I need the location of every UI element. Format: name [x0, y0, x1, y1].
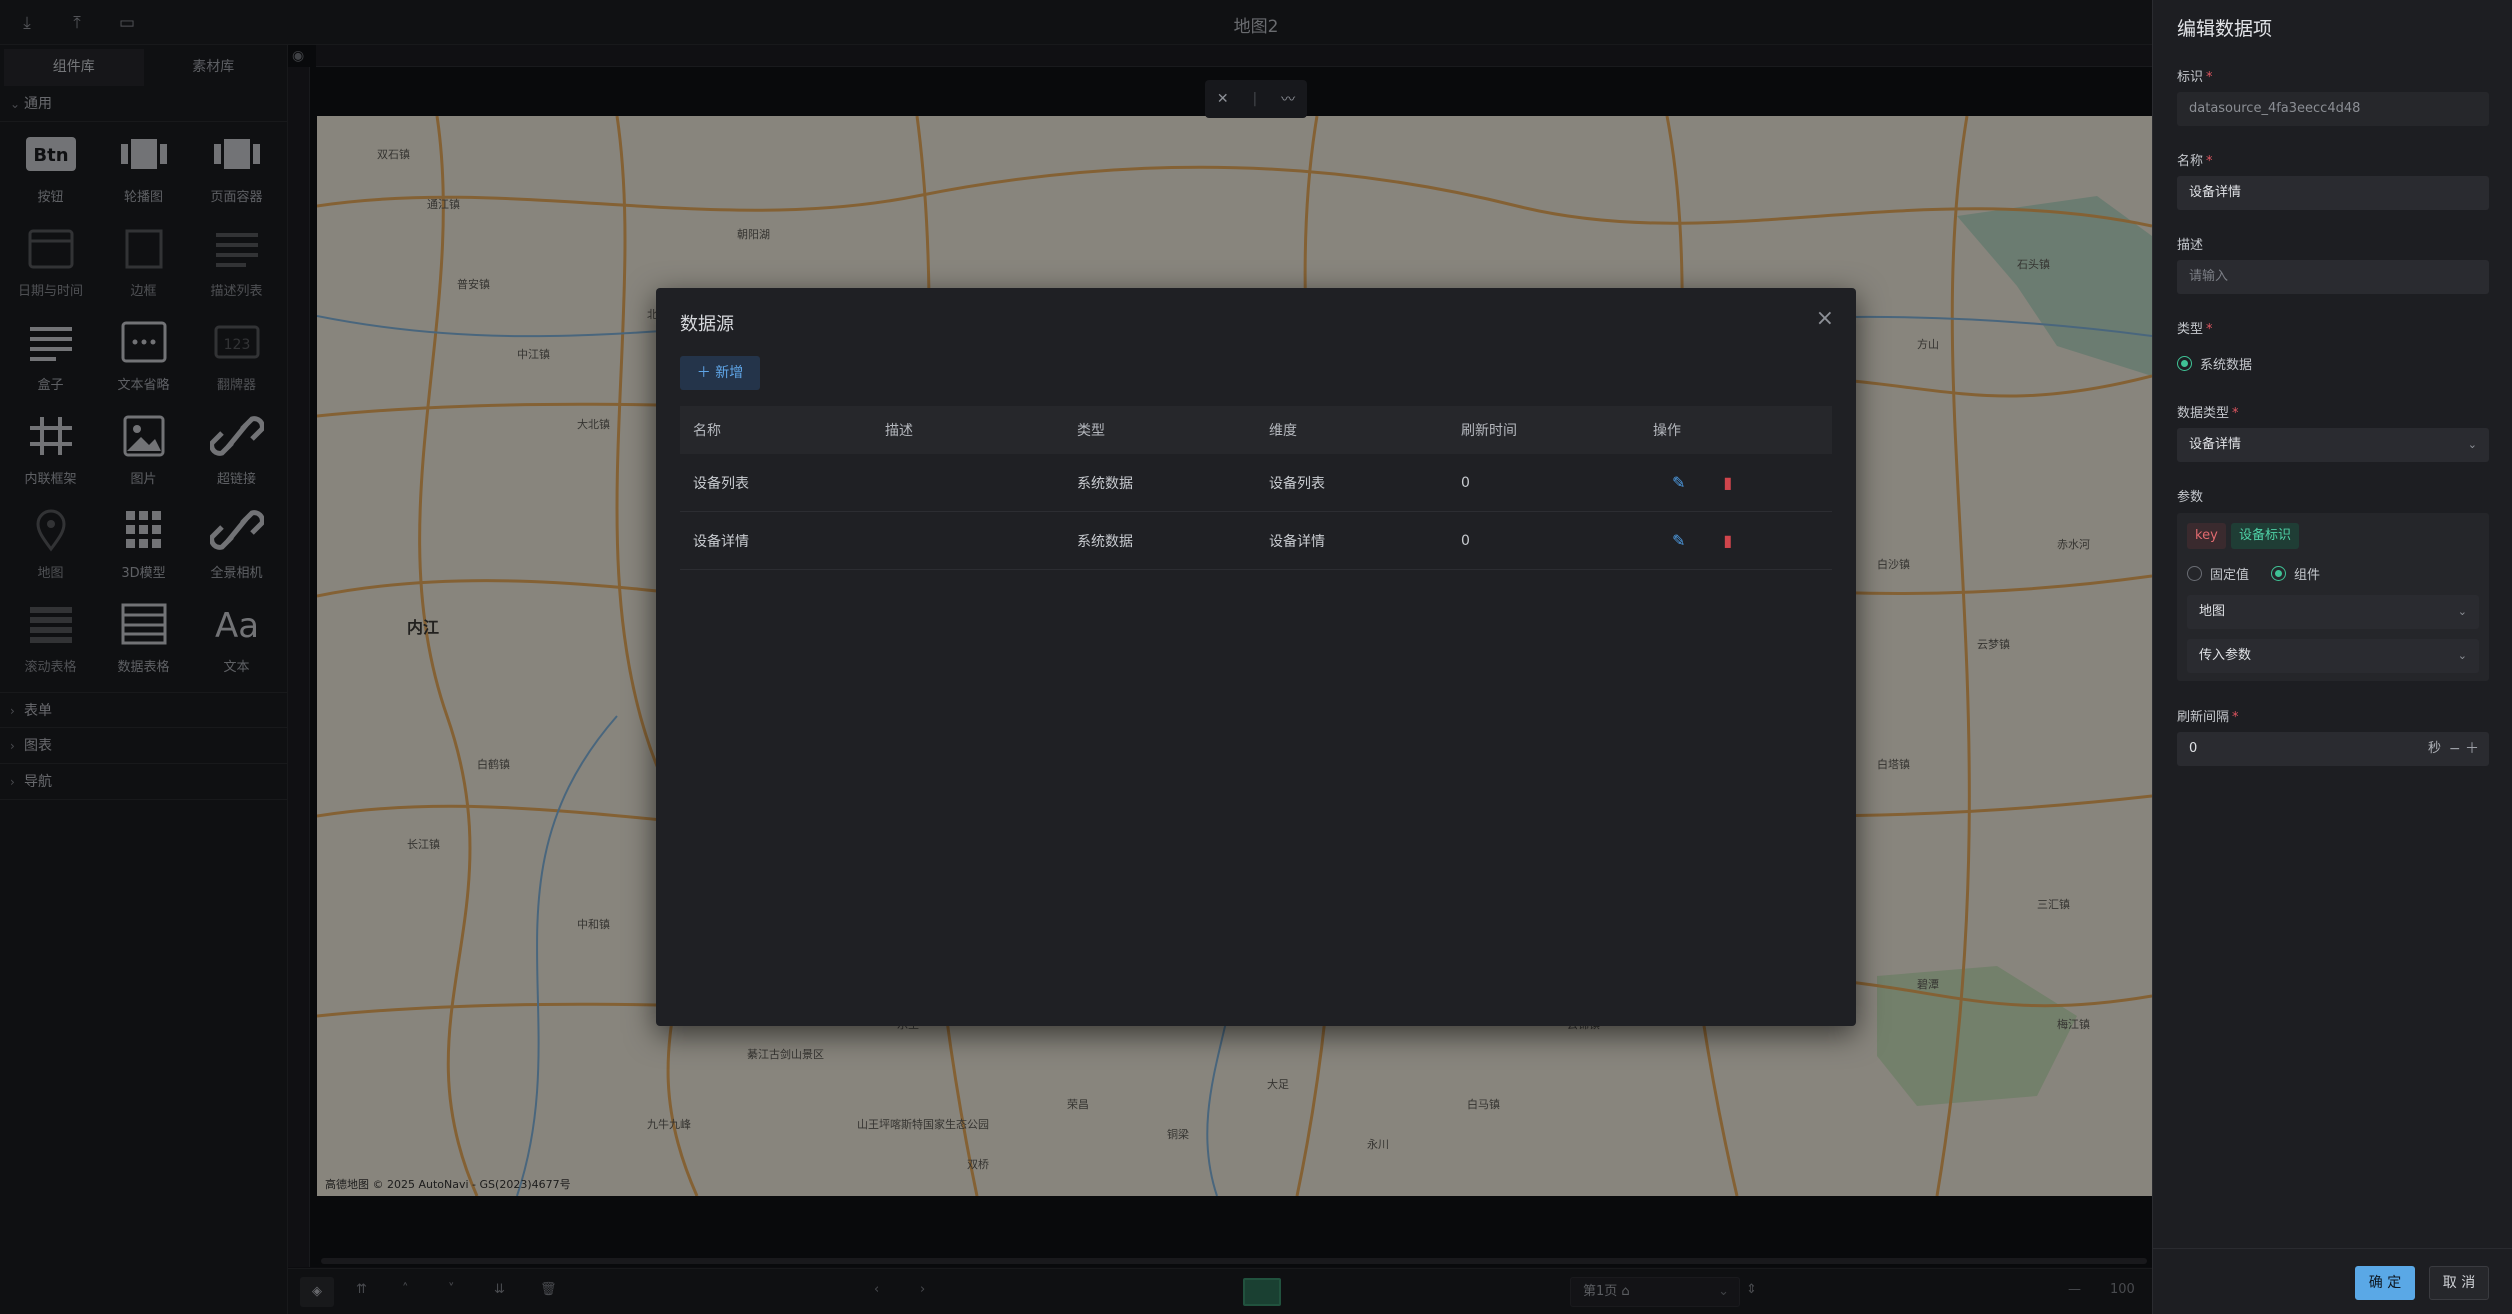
cell-dim: 设备列表 — [1269, 475, 1325, 492]
col-type: 类型 — [1077, 423, 1105, 439]
name-label: 名称 * — [2177, 150, 2213, 169]
add-datasource-button[interactable]: ＋ 新增 — [680, 356, 760, 390]
name-label-text: 名称 — [2177, 154, 2204, 169]
edit-icon[interactable]: ✎ — [1672, 473, 1685, 492]
radio-component-label: 组件 — [2294, 568, 2321, 583]
confirm-button[interactable]: 确 定 — [2355, 1266, 2415, 1300]
datasource-table: 名称 描述 类型 维度 刷新时间 操作 设备列表 系统数据 设备列表 0 ✎ ▮ … — [680, 406, 1832, 570]
stepper-icon[interactable]: − ＋ — [2449, 732, 2479, 766]
param-key-tag: key — [2187, 523, 2226, 549]
component-select-value: 地图 — [2199, 604, 2226, 619]
name-field[interactable]: 设备详情 — [2177, 176, 2489, 210]
refresh-interval-input[interactable]: 0 秒 − ＋ — [2177, 732, 2489, 766]
datatype-select[interactable]: 设备详情 ⌄ — [2177, 428, 2489, 462]
radio-fixed-label: 固定值 — [2210, 568, 2250, 583]
edit-data-item-panel: 编辑数据项 标识 * datasource_4fa3eecc4d48 名称 * 设备… — [2152, 0, 2512, 1314]
refresh-value: 0 — [2189, 741, 2198, 756]
delete-icon[interactable]: ▮ — [1723, 473, 1732, 492]
trend-icon[interactable]: 〰 — [1281, 89, 1295, 109]
radio-dot — [2177, 356, 2192, 371]
cell-dim: 设备详情 — [1269, 533, 1325, 550]
id-label: 标识 * — [2177, 66, 2213, 85]
app-root: ⤓ ⤒ ▭ 地图2 组件库 素材库 ⌄ 通用 Btn 按钮 轮播图 页面容器 日期与时间边… — [0, 0, 2512, 1314]
datatype-label-text: 数据类型 — [2177, 406, 2230, 421]
refresh-unit: 秒 — [2427, 741, 2441, 756]
desc-label: 描述 — [2177, 238, 2204, 253]
id-label-text: 标识 — [2177, 70, 2204, 85]
close-icon[interactable]: × — [1816, 306, 1834, 331]
param-value-tag: 设备标识 — [2231, 523, 2300, 549]
radio-dot — [2271, 566, 2286, 581]
id-field: datasource_4fa3eecc4d48 — [2177, 92, 2489, 126]
required-mark: * — [2232, 710, 2239, 725]
datasource-dialog: 数据源 × ＋ 新增 名称 描述 类型 维度 刷新时间 操作 设备列表 系统数据… — [656, 288, 1856, 1026]
refresh-label: 刷新间隔 * — [2177, 706, 2239, 725]
cell-type: 系统数据 — [1077, 533, 1133, 550]
component-select[interactable]: 地图 ⌄ — [2187, 595, 2479, 629]
required-mark: * — [2206, 154, 2213, 169]
table-header: 名称 描述 类型 维度 刷新时间 操作 — [680, 406, 1832, 454]
datatype-label: 数据类型 * — [2177, 402, 2239, 421]
edit-icon[interactable]: ✎ — [1672, 531, 1685, 550]
param-select-value: 传入参数 — [2199, 648, 2252, 663]
type-radio-label: 系统数据 — [2200, 358, 2253, 373]
cell-type: 系统数据 — [1077, 475, 1133, 492]
radio-fixed[interactable]: 固定值 — [2187, 564, 2249, 583]
chevron-down-icon: ⌄ — [2457, 649, 2467, 662]
add-button-label: 新增 — [715, 365, 744, 381]
col-dim: 维度 — [1269, 423, 1297, 439]
required-mark: * — [2232, 406, 2239, 421]
pin-off-icon[interactable]: ✕ — [1217, 91, 1229, 107]
chevron-down-icon: ⌄ — [2467, 438, 2477, 451]
radio-dot — [2187, 566, 2202, 581]
param-select[interactable]: 传入参数 ⌄ — [2187, 639, 2479, 673]
type-label-text: 类型 — [2177, 322, 2204, 337]
col-desc: 描述 — [885, 423, 913, 439]
cell-name: 设备详情 — [693, 533, 749, 550]
col-ops: 操作 — [1653, 423, 1681, 439]
cell-name: 设备列表 — [693, 475, 749, 492]
datatype-select-value: 设备详情 — [2189, 437, 2242, 452]
type-label: 类型 * — [2177, 318, 2213, 337]
cell-refresh: 0 — [1461, 532, 1470, 549]
panel-title: 编辑数据项 — [2177, 18, 2273, 40]
toolbar-divider: | — [1252, 91, 1258, 107]
required-mark: * — [2206, 70, 2213, 85]
map-toolbar: ✕ | 〰 — [1205, 80, 1307, 118]
refresh-label-text: 刷新间隔 — [2177, 710, 2230, 725]
col-name: 名称 — [693, 423, 721, 439]
cell-ops: ✎ ▮ — [1640, 531, 1832, 550]
panel-footer: 确 定 取 消 — [2153, 1248, 2512, 1314]
table-row[interactable]: 设备列表 系统数据 设备列表 0 ✎ ▮ — [680, 454, 1832, 512]
type-radio-system[interactable]: 系统数据 — [2177, 354, 2252, 373]
plus-icon: ＋ — [696, 365, 711, 381]
table-row[interactable]: 设备详情 系统数据 设备详情 0 ✎ ▮ — [680, 512, 1832, 570]
desc-field[interactable]: 请输入 — [2177, 260, 2489, 294]
param-label: 参数 — [2177, 490, 2204, 505]
dialog-title: 数据源 — [680, 314, 734, 335]
radio-component[interactable]: 组件 — [2271, 564, 2320, 583]
delete-icon[interactable]: ▮ — [1723, 531, 1732, 550]
required-mark: * — [2206, 322, 2213, 337]
cancel-button[interactable]: 取 消 — [2429, 1266, 2489, 1300]
cell-ops: ✎ ▮ — [1640, 473, 1832, 492]
col-refresh: 刷新时间 — [1461, 423, 1517, 439]
chevron-down-icon: ⌄ — [2457, 605, 2467, 618]
cell-refresh: 0 — [1461, 474, 1470, 491]
param-box: key 设备标识 固定值 组件 地图 ⌄ 传入参数 ⌄ — [2177, 513, 2489, 681]
